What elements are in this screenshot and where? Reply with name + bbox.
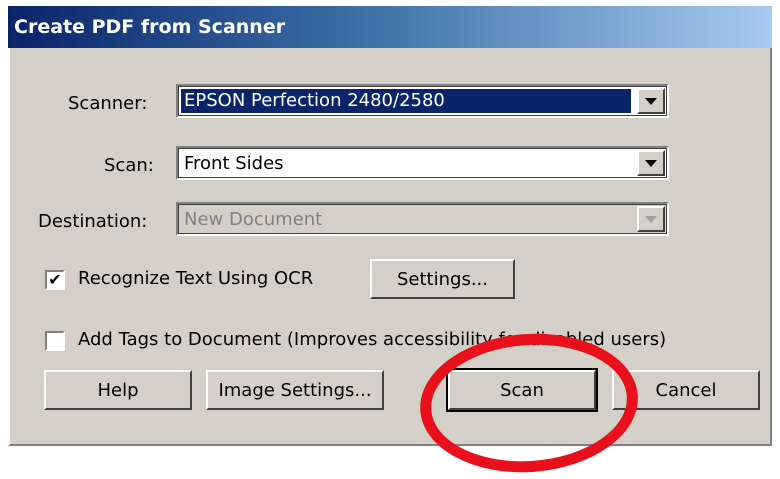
chevron-down-icon	[645, 159, 657, 167]
scanner-select[interactable]: EPSON Perfection 2480/2580	[176, 84, 669, 118]
ocr-label[interactable]: Recognize Text Using OCR	[78, 268, 313, 289]
destination-dropdown-button	[637, 206, 665, 232]
help-button[interactable]: Help	[44, 370, 192, 410]
scanner-select-value: EPSON Perfection 2480/2580	[181, 89, 631, 113]
scanner-dropdown-button[interactable]	[637, 88, 665, 114]
destination-label: Destination:	[38, 211, 148, 232]
destination-select: New Document	[176, 202, 669, 236]
title-bar[interactable]: Create PDF from Scanner	[8, 6, 772, 48]
scan-select[interactable]: Front Sides	[176, 146, 669, 180]
image-settings-button[interactable]: Image Settings...	[206, 370, 384, 410]
scanner-label: Scanner:	[68, 93, 148, 114]
chevron-down-icon	[645, 215, 657, 223]
destination-select-value: New Document	[184, 209, 323, 230]
create-pdf-dialog: Create PDF from Scanner Scanner: EPSON P…	[8, 6, 772, 446]
tags-checkbox[interactable]	[45, 331, 65, 351]
scan-select-value: Front Sides	[184, 153, 284, 174]
ocr-checkbox[interactable]: ✔	[45, 270, 65, 290]
ocr-settings-button[interactable]: Settings...	[370, 259, 515, 299]
scan-dropdown-button[interactable]	[637, 150, 665, 176]
dialog-title: Create PDF from Scanner	[14, 16, 286, 38]
chevron-down-icon	[645, 97, 657, 105]
scan-label: Scan:	[104, 155, 154, 176]
